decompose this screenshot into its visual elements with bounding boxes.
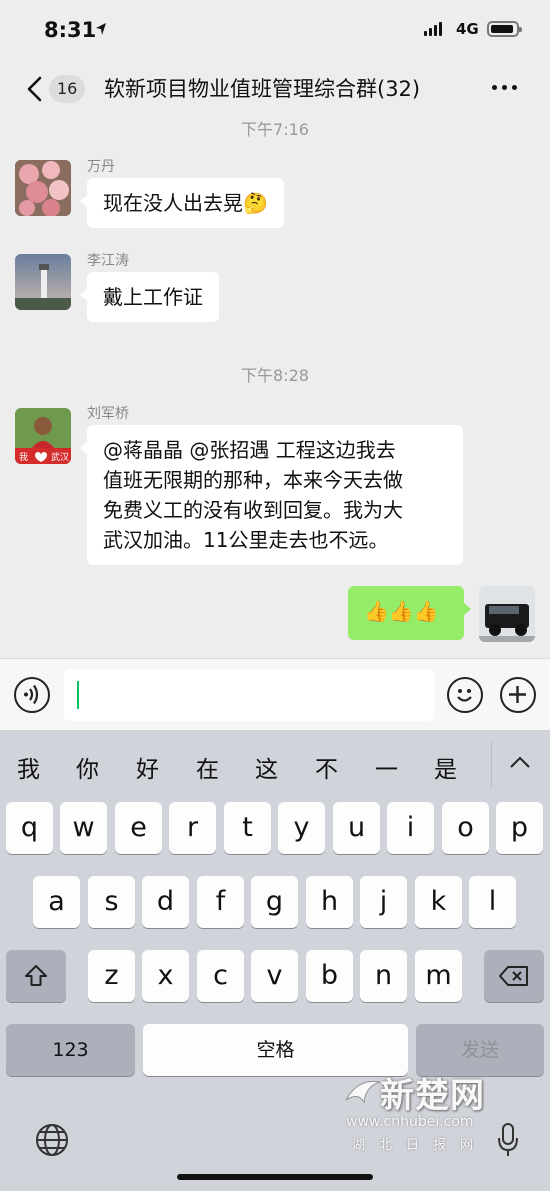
back-chevron-icon[interactable]: [24, 75, 46, 103]
key-q[interactable]: q: [6, 802, 53, 854]
chat-title: 软新项目物业值班管理综合群(32): [104, 77, 421, 101]
self-avatar[interactable]: [479, 586, 535, 642]
candidate-word[interactable]: 我: [17, 750, 40, 784]
message-line: 免费义工的没有收到回复。我为大: [103, 498, 403, 522]
shift-icon: [25, 965, 47, 986]
key-i[interactable]: i: [387, 802, 434, 854]
delete-key[interactable]: [484, 950, 544, 1002]
location-arrow-icon: [96, 23, 106, 35]
message-line: @蒋晶晶 @张招遇 工程这边我去: [103, 438, 396, 462]
sender-name: 万丹: [87, 159, 115, 175]
message-text: 👍👍👍: [364, 599, 439, 623]
key-n[interactable]: n: [360, 950, 407, 1002]
signal-icon: [424, 22, 442, 36]
key-d[interactable]: d: [142, 876, 189, 928]
key-k[interactable]: k: [415, 876, 462, 928]
key-l[interactable]: l: [469, 876, 516, 928]
candidate-separator: [491, 742, 492, 788]
status-bar: 8:31 4G: [0, 0, 550, 58]
key-b[interactable]: b: [306, 950, 353, 1002]
key-y[interactable]: y: [278, 802, 325, 854]
key-g[interactable]: g: [251, 876, 298, 928]
message-text: 现在没人出去晃🤔: [103, 191, 268, 215]
key-a[interactable]: a: [33, 876, 80, 928]
backspace-icon: [499, 966, 528, 986]
message-input[interactable]: [64, 669, 434, 721]
key-u[interactable]: u: [333, 802, 380, 854]
svg-text:我: 我: [19, 452, 28, 463]
candidate-word[interactable]: 在: [196, 750, 219, 784]
chat-header: 16 软新项目物业值班管理综合群(32): [0, 58, 550, 120]
key-c[interactable]: c: [197, 950, 244, 1002]
more-options-icon[interactable]: [492, 85, 517, 90]
sender-name: 李江涛: [87, 253, 129, 269]
candidate-word[interactable]: 你: [76, 750, 99, 784]
key-v[interactable]: v: [251, 950, 298, 1002]
key-j[interactable]: j: [360, 876, 407, 928]
input-bar: [0, 658, 550, 730]
avatar[interactable]: [15, 254, 71, 310]
candidate-word[interactable]: 一: [375, 750, 398, 784]
message-timestamp: 下午7:16: [241, 120, 309, 139]
sender-name: 刘军桥: [87, 406, 129, 422]
network-type: 4G: [456, 20, 479, 38]
key-f[interactable]: f: [197, 876, 244, 928]
watermark-tag: 湖北日报网: [352, 1138, 488, 1153]
message-line: 值班无限期的那种，本来今天去做: [103, 468, 403, 492]
key-z[interactable]: z: [88, 950, 135, 1002]
home-indicator[interactable]: [177, 1174, 373, 1180]
status-time: 8:31: [44, 18, 97, 42]
key-m[interactable]: m: [415, 950, 462, 1002]
candidate-word[interactable]: 是: [434, 750, 457, 784]
avatar[interactable]: [15, 160, 71, 216]
text-caret: [77, 681, 79, 709]
key-s[interactable]: s: [88, 876, 135, 928]
candidate-bar: 我 你 好 在 这 不 一 是: [0, 730, 550, 802]
shift-key[interactable]: [6, 950, 66, 1002]
key-h[interactable]: h: [306, 876, 353, 928]
message-bubble[interactable]: 现在没人出去晃🤔: [80, 178, 284, 228]
numbers-key[interactable]: 123: [6, 1024, 135, 1076]
chat-area[interactable]: 下午7:16 万丹 现在没人出去晃🤔 李江涛 戴上工作证 下午8:28 我 武汉…: [0, 120, 550, 658]
key-p[interactable]: p: [496, 802, 543, 854]
message-bubble-self[interactable]: 👍👍👍: [348, 586, 471, 640]
watermark-brand: 新楚网: [380, 1076, 485, 1116]
voice-input-icon[interactable]: [14, 677, 50, 713]
message-bubble[interactable]: @蒋晶晶 @张招遇 工程这边我去 值班无限期的那种，本来今天去做 免费义工的没有…: [80, 425, 463, 565]
watermark-url: www.cnhubei.com: [346, 1114, 474, 1130]
key-x[interactable]: x: [142, 950, 189, 1002]
message-timestamp: 下午8:28: [241, 366, 309, 385]
key-t[interactable]: t: [224, 802, 271, 854]
add-more-icon[interactable]: [500, 677, 536, 713]
candidate-word[interactable]: 这: [255, 750, 278, 784]
globe-icon[interactable]: [34, 1122, 70, 1158]
watermark-bird-icon: [345, 1080, 381, 1104]
message-bubble[interactable]: 戴上工作证: [80, 272, 219, 322]
message-text: 戴上工作证: [103, 285, 203, 309]
candidate-word[interactable]: 好: [136, 750, 159, 784]
message-line: 武汉加油。11公里走去也不远。: [103, 528, 389, 552]
svg-text:武汉: 武汉: [51, 451, 69, 463]
key-o[interactable]: o: [442, 802, 489, 854]
candidate-word[interactable]: 不: [315, 750, 338, 784]
key-w[interactable]: w: [60, 802, 107, 854]
expand-candidates-icon[interactable]: [508, 754, 532, 770]
avatar[interactable]: 我 武汉: [15, 408, 71, 464]
key-e[interactable]: e: [115, 802, 162, 854]
watermark: 新楚网 www.cnhubei.com 湖北日报网: [340, 1068, 540, 1160]
battery-icon: [487, 21, 522, 37]
emoji-icon[interactable]: [447, 677, 483, 713]
unread-count-badge[interactable]: 16: [49, 75, 86, 103]
key-r[interactable]: r: [169, 802, 216, 854]
